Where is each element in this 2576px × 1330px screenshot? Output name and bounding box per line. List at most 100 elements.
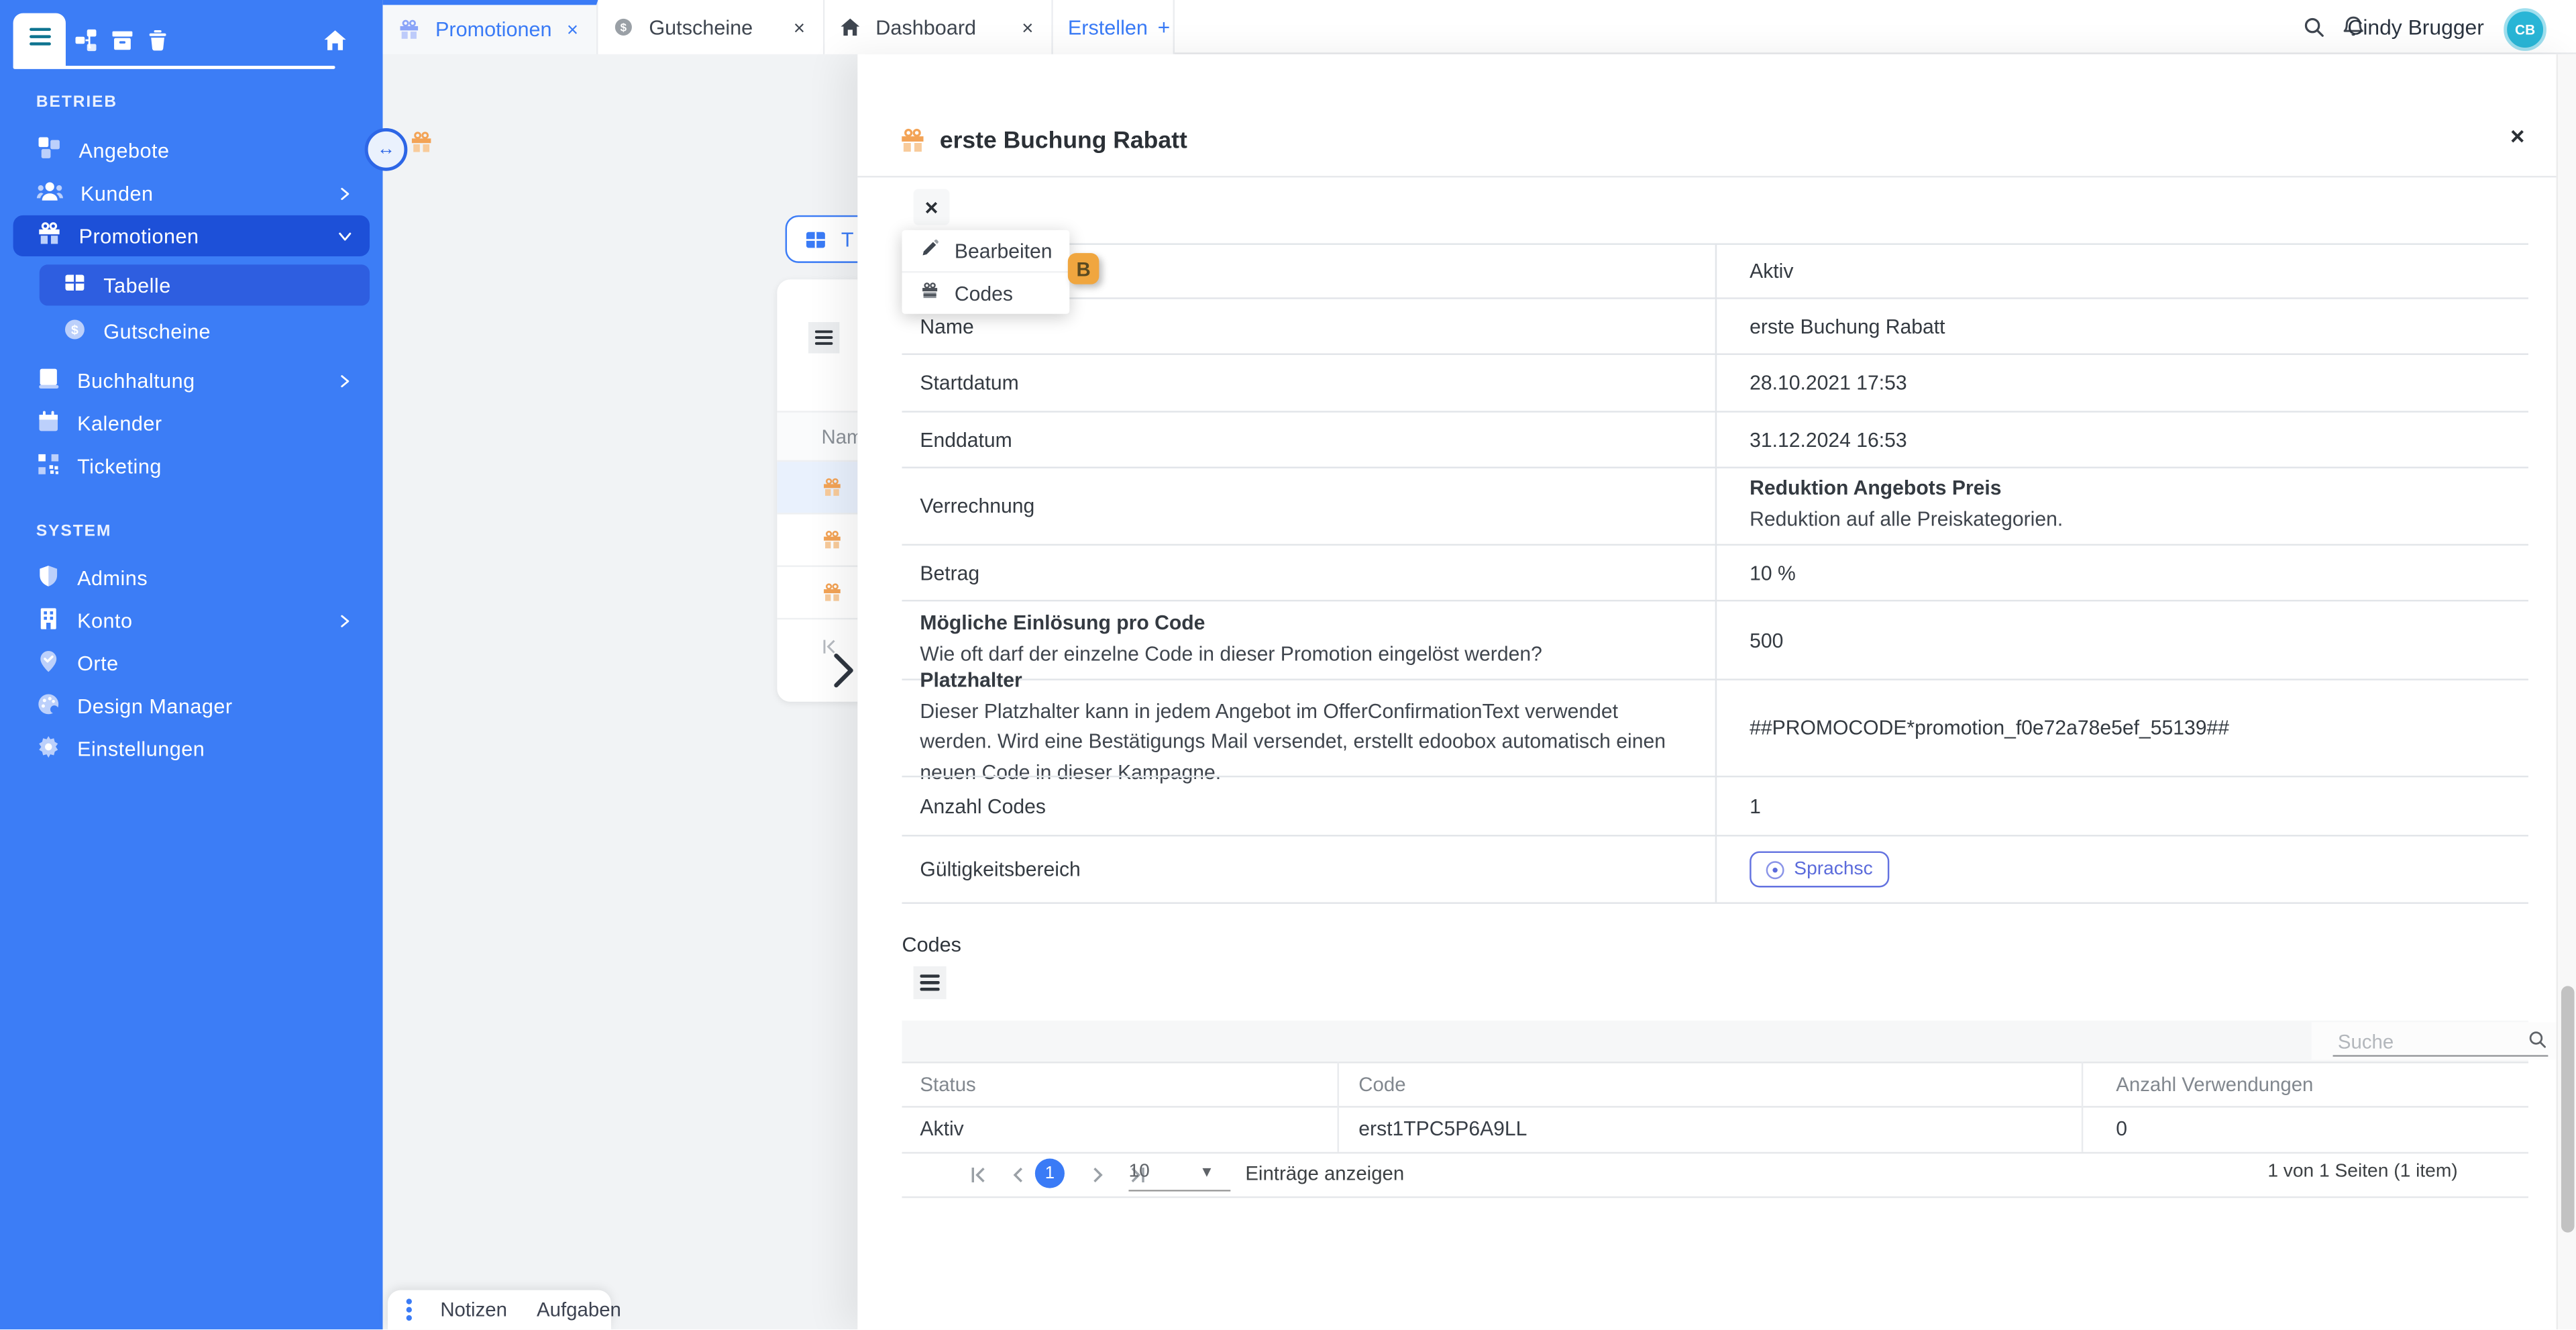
chevron-right-icon: [830, 652, 855, 688]
column-header-status[interactable]: Status: [920, 1062, 975, 1106]
column-header-verwendungen[interactable]: Anzahl Verwendungen: [2116, 1062, 2313, 1106]
gift-icon: [899, 127, 927, 163]
sidebar: BETRIEB Angebote Kunden Promotionen Tabe…: [0, 0, 383, 1329]
column-header-code[interactable]: Code: [1358, 1062, 1405, 1106]
codes-heading: Codes: [902, 933, 961, 956]
chevron-down-icon: [337, 227, 353, 244]
codes-toolbar: [902, 1021, 2528, 1062]
close-icon[interactable]: ×: [1022, 15, 1033, 38]
sidebar-item-orte[interactable]: Orte: [13, 643, 370, 684]
tab-gutscheine[interactable]: $ Gutscheine ×: [598, 0, 824, 54]
book-icon: [36, 366, 61, 395]
badge-dollar-icon: $: [62, 316, 87, 346]
clipped-column-header: Name: [777, 411, 857, 462]
column-divider: [1715, 243, 1717, 902]
trash-icon[interactable]: [145, 26, 171, 52]
dots-vertical-icon[interactable]: [388, 1298, 425, 1321]
coin-icon: $: [612, 16, 634, 38]
tab-promotionen[interactable]: Promotionen ×: [383, 0, 598, 54]
search-field[interactable]: [2312, 1022, 2571, 1060]
table-icon: [62, 271, 87, 299]
app-window: BETRIEB Angebote Kunden Promotionen Tabe…: [0, 0, 2576, 1329]
hamburger-icon: [920, 974, 939, 990]
user-name[interactable]: Cindy Brugger: [2347, 0, 2484, 54]
tab-bar: Promotionen × $ Gutscheine × Dashboard ×…: [383, 0, 2576, 54]
scope-chip[interactable]: Sprachsc: [1750, 852, 1889, 888]
sidebar-item-promotionen[interactable]: Promotionen: [13, 215, 370, 256]
menu-item-bearbeiten[interactable]: Bearbeiten: [902, 230, 1069, 271]
column-divider: [1337, 1062, 1338, 1152]
home-icon[interactable]: [322, 26, 348, 52]
sidebar-item-tabelle[interactable]: Tabelle: [40, 264, 370, 305]
gift-icon: [409, 130, 434, 162]
divider: [902, 1106, 2528, 1107]
search-icon[interactable]: [2302, 15, 2326, 48]
map-pin-icon: [36, 648, 61, 678]
sitemap-icon[interactable]: [72, 26, 99, 52]
users-icon: [36, 178, 64, 208]
first-page-icon[interactable]: [967, 1164, 989, 1185]
section-label-system: SYSTEM: [36, 523, 111, 541]
sidebar-menu-button[interactable]: [13, 13, 66, 68]
scrollbar-thumb[interactable]: [2561, 986, 2574, 1232]
sidebar-item-admins[interactable]: Admins: [13, 557, 370, 598]
qr-icon: [36, 451, 61, 480]
sidebar-item-kalender[interactable]: Kalender: [13, 403, 370, 444]
close-icon[interactable]: ×: [2510, 123, 2524, 152]
search-input[interactable]: [2334, 1025, 2535, 1057]
table-view-button[interactable]: T: [786, 215, 858, 263]
notes-tab[interactable]: Notizen: [425, 1298, 522, 1321]
shield-icon: [36, 563, 61, 593]
sidebar-item-design-manager[interactable]: Design Manager: [13, 685, 370, 726]
code-row-code: erst1TPC5P6A9LL: [1358, 1106, 1527, 1152]
sidebar-divider: [13, 66, 335, 69]
cubes-icon: [36, 135, 62, 166]
chevron-right-icon: [337, 372, 353, 389]
sidebar-item-gutscheine[interactable]: $ Gutscheine: [40, 311, 370, 352]
gift-icon: [821, 529, 843, 551]
page-size-select[interactable]: 10 ▼: [1128, 1162, 1230, 1181]
scrollbar[interactable]: [2557, 54, 2576, 1329]
menu-item-codes[interactable]: Codes: [902, 271, 1069, 314]
palette-icon: [36, 691, 61, 721]
prev-page-icon[interactable]: [1007, 1164, 1028, 1185]
gift-icon: [398, 18, 421, 41]
context-menu: Bearbeiten Codes B: [902, 230, 1069, 314]
current-page-button[interactable]: 1: [1035, 1159, 1065, 1188]
radio-icon: [1766, 860, 1784, 878]
promotion-detail-panel: erste Buchung Rabatt × × Bearbeiten Code…: [857, 54, 2576, 1329]
tab-dashboard[interactable]: Dashboard ×: [824, 0, 1053, 54]
chevron-right-icon: [337, 185, 353, 201]
status-value: Aktiv: [1750, 260, 2489, 283]
plus-icon: +: [1158, 15, 1171, 40]
sidebar-item-angebote[interactable]: Angebote: [13, 130, 370, 170]
hamburger-icon: [27, 25, 52, 55]
sidebar-item-buchhaltung[interactable]: Buchhaltung: [13, 360, 370, 401]
arrow-left-right-icon: ↔: [377, 140, 395, 159]
panel-title: erste Buchung Rabatt: [940, 128, 1187, 154]
gift-icon: [36, 220, 62, 252]
close-icon[interactable]: ×: [567, 18, 578, 41]
footer-dock: Notizen Aufgaben: [388, 1290, 611, 1329]
search-icon[interactable]: [2527, 1029, 2548, 1058]
sidebar-item-konto[interactable]: Konto: [13, 600, 370, 641]
tasks-tab[interactable]: Aufgaben: [522, 1298, 636, 1321]
gift-icon: [821, 476, 843, 498]
tab-erstellen[interactable]: Erstellen +: [1053, 0, 1175, 54]
table-row[interactable]: [777, 462, 857, 514]
close-icon[interactable]: ×: [794, 15, 805, 38]
next-page-icon[interactable]: [1086, 1164, 1108, 1185]
codes-menu-button[interactable]: [914, 966, 947, 999]
archive-icon[interactable]: [109, 26, 135, 52]
sidebar-item-kunden[interactable]: Kunden: [13, 172, 370, 213]
calendar-icon: [36, 409, 61, 438]
sidebar-collapse-button[interactable]: ↔: [365, 128, 408, 171]
hamburger-icon[interactable]: [808, 322, 840, 354]
sidebar-item-einstellungen[interactable]: Einstellungen: [13, 728, 370, 769]
avatar[interactable]: CB: [2504, 8, 2546, 51]
expand-panel-button[interactable]: [826, 649, 858, 692]
table-row[interactable]: [777, 515, 857, 567]
sidebar-item-ticketing[interactable]: Ticketing: [13, 446, 370, 487]
table-row[interactable]: [777, 567, 857, 619]
close-menu-button[interactable]: ×: [914, 189, 950, 225]
